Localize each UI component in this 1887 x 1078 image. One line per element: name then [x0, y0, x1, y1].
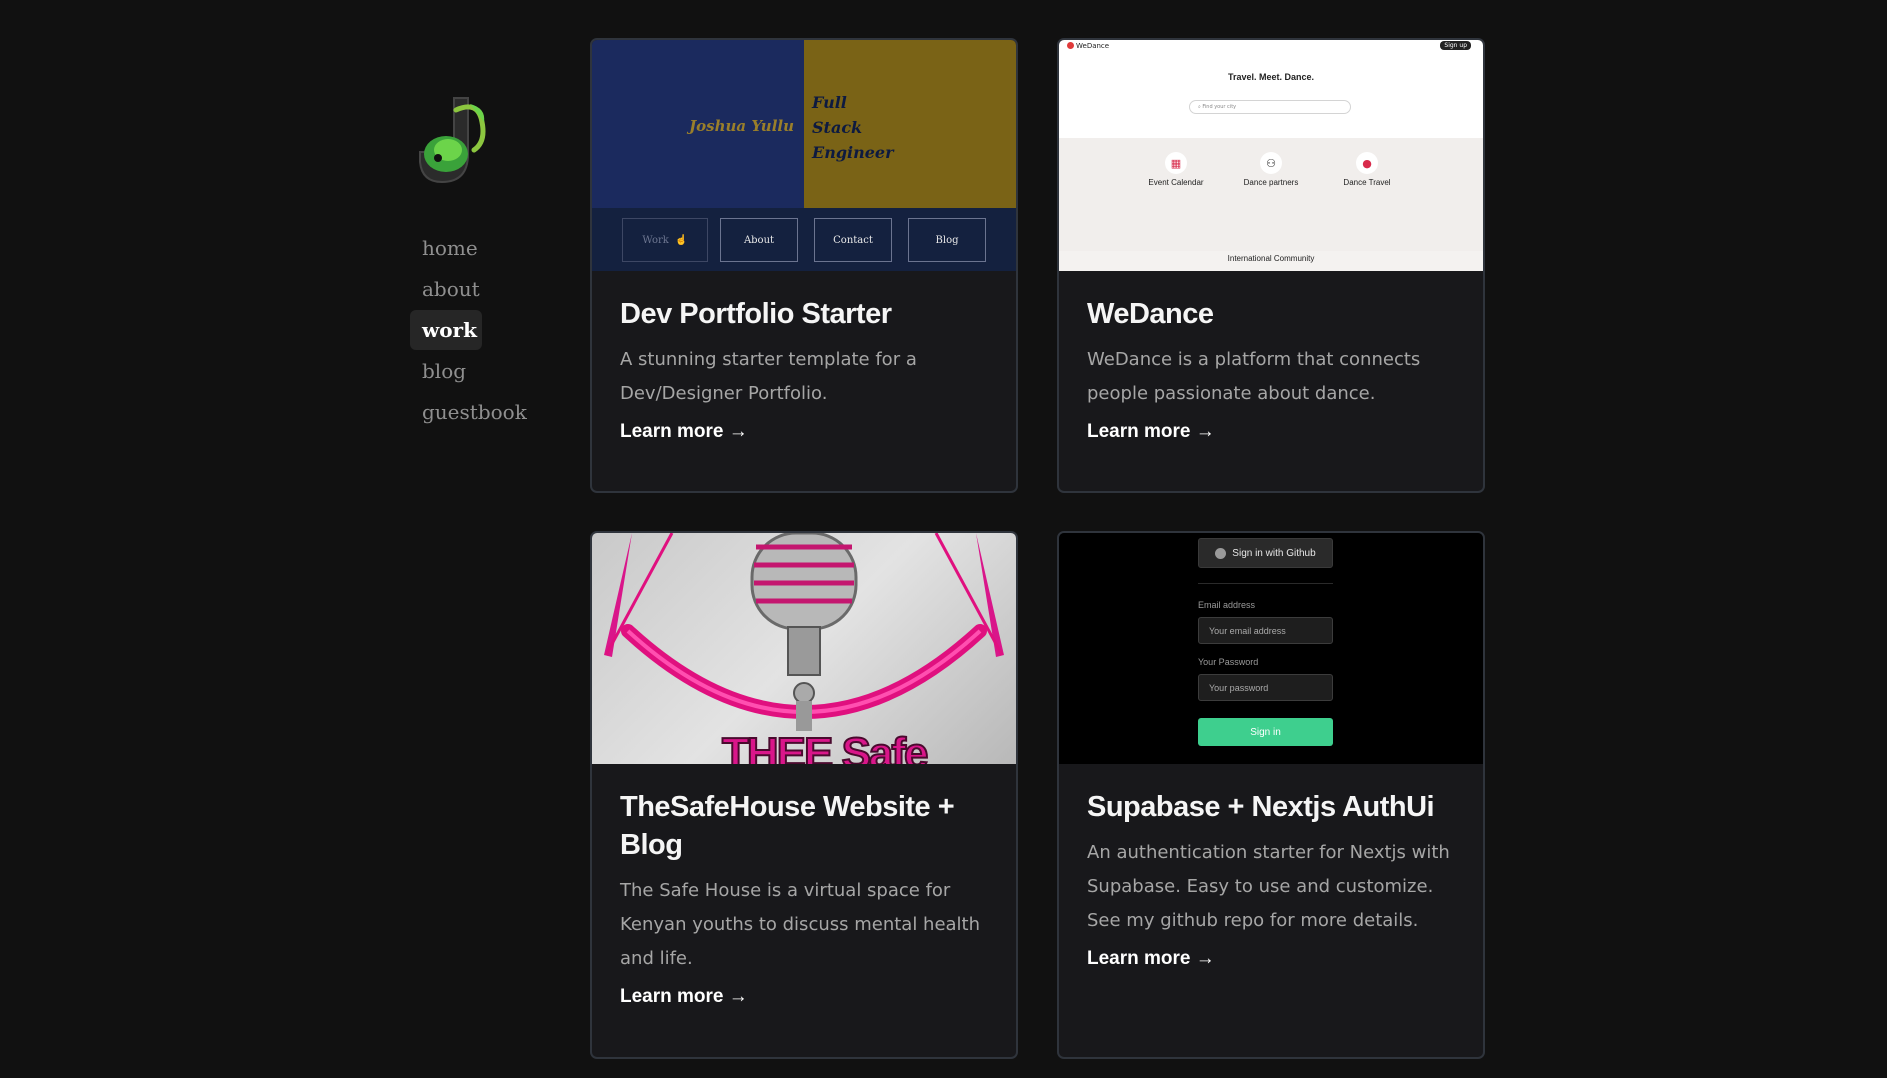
preview-search-input: ⌕ Find your city [1189, 100, 1351, 114]
learn-more-link[interactable]: Learn more → [1087, 421, 1215, 443]
project-title: Dev Portfolio Starter [620, 298, 892, 330]
project-preview-image: Joshua Yullu Full Stack Engineer Work ☝ … [592, 40, 1016, 271]
project-card-safehouse[interactable]: THEE Safe TheSafeHouse Website + Blog Th… [590, 531, 1018, 1059]
safehouse-logo-text: THEE Safe [721, 728, 930, 764]
nav-guestbook[interactable]: guestbook [410, 392, 560, 432]
preview-password-input: Your password [1198, 674, 1333, 701]
preview-name: Joshua Yullu [689, 117, 794, 135]
preview-brand: WeDance [1067, 42, 1109, 50]
globe-icon: ● [1356, 152, 1378, 174]
nav-home[interactable]: home [410, 228, 560, 268]
preview-community-heading: International Community [1227, 254, 1315, 263]
learn-more-link[interactable]: Learn more → [1087, 948, 1215, 970]
preview-work-button: Work ☝ [622, 218, 708, 262]
project-card-supabase-auth[interactable]: Sign in with Github Email address Your e… [1057, 531, 1485, 1059]
github-icon [1215, 547, 1227, 559]
project-preview-image: THEE Safe [592, 533, 1016, 764]
preview-role: Full Stack Engineer [812, 93, 894, 162]
calendar-icon: ▦ [1165, 152, 1187, 174]
project-description: WeDance is a platform that connects peop… [1087, 349, 1421, 404]
preview-email-input: Your email address [1198, 617, 1333, 644]
learn-more-link[interactable]: Learn more → [620, 421, 748, 443]
preview-email-label: Email address [1198, 600, 1256, 610]
preview-password-label: Your Password [1198, 657, 1259, 667]
learn-more-link[interactable]: Learn more → [620, 986, 748, 1008]
dancers-icon: ⚇ [1260, 152, 1282, 174]
main-nav: home about work blog guestbook [410, 228, 560, 433]
project-description: The Safe House is a virtual space for Ke… [620, 880, 981, 969]
preview-github-button: Sign in with Github [1198, 538, 1333, 568]
preview-feature-travel: ● Dance Travel [1322, 152, 1412, 187]
preview-feature-calendar: ▦ Event Calendar [1131, 152, 1221, 187]
project-description: A stunning starter template for a Dev/De… [620, 349, 917, 404]
nav-blog[interactable]: blog [410, 351, 560, 391]
preview-about-button: About [720, 218, 798, 262]
preview-feature-partners: ⚇ Dance partners [1226, 152, 1316, 187]
project-card-dev-portfolio[interactable]: Joshua Yullu Full Stack Engineer Work ☝ … [590, 38, 1018, 493]
project-preview-image: Sign in with Github Email address Your e… [1059, 533, 1483, 764]
project-title: Supabase + Nextjs AuthUi [1087, 791, 1435, 823]
project-preview-image: WeDance Sign up Travel. Meet. Dance. ⌕ F… [1059, 40, 1483, 271]
project-title: WeDance [1087, 298, 1214, 330]
project-description: An authentication starter for Nextjs wit… [1087, 842, 1450, 931]
nav-work[interactable]: work [410, 310, 482, 350]
project-card-wedance[interactable]: WeDance Sign up Travel. Meet. Dance. ⌕ F… [1057, 38, 1485, 493]
preview-blog-button: Blog [908, 218, 986, 262]
nav-about[interactable]: about [410, 269, 560, 309]
site-logo[interactable] [416, 92, 494, 188]
project-title: TheSafeHouse Website + Blog [620, 791, 955, 861]
preview-contact-button: Contact [814, 218, 892, 262]
preview-signup-button: Sign up [1440, 41, 1471, 50]
preview-signin-button: Sign in [1198, 718, 1333, 746]
preview-hero-title: Travel. Meet. Dance. [1227, 72, 1315, 82]
